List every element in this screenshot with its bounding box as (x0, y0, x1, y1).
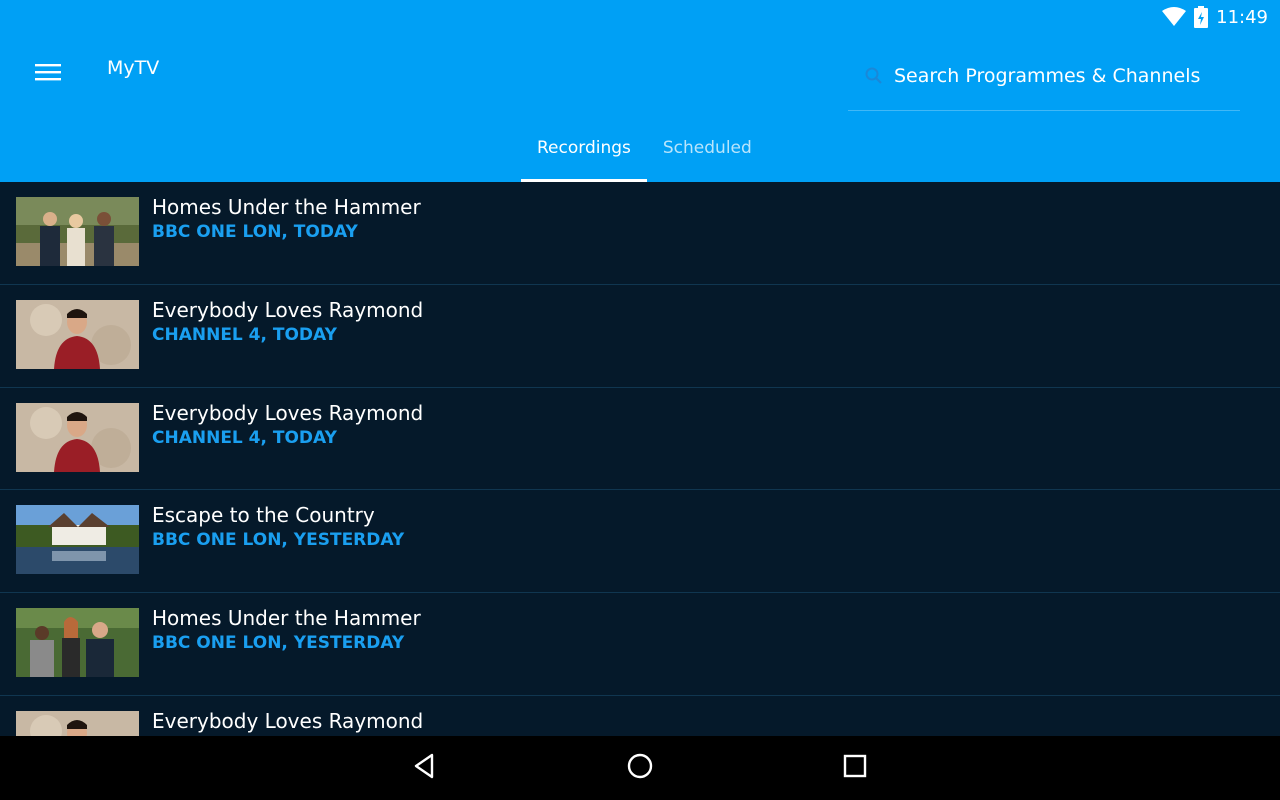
programme-title: Everybody Loves Raymond (152, 708, 424, 733)
programme-channel-date: BBC ONE LON, YESTERDAY (152, 633, 405, 654)
app-title: MyTV (107, 57, 160, 79)
wifi-icon (1162, 7, 1187, 27)
recents-icon (843, 754, 867, 782)
programme-channel-date: BBC ONE LON, TODAY (152, 222, 358, 242)
programme-thumbnail (16, 402, 139, 472)
programme-title: Everybody Loves Raymond (152, 297, 424, 322)
hamburger-menu-icon (35, 62, 61, 86)
app-bar: 11:49 MyTV Search Programmes & Channels … (0, 0, 1280, 182)
programme-channel-date: BBC ONE LON, YESTERDAY (152, 530, 405, 551)
programme-channel-date: CHANNEL 4, TODAY (152, 427, 337, 448)
programme-thumbnail (16, 710, 139, 736)
programme-title: Homes Under the Hammer (152, 606, 421, 631)
programme-channel-date: CHANNEL 4, TODAY (152, 324, 337, 345)
recents-button[interactable] (831, 748, 879, 788)
programme-title: Homes Under the Hammer (152, 195, 421, 219)
list-item[interactable]: Everybody Loves Raymond CHANNEL 4, TODAY (0, 285, 1280, 388)
programme-thumbnail (16, 505, 139, 575)
programme-title: Escape to the Country (152, 503, 375, 528)
programme-title: Everybody Loves Raymond (152, 400, 424, 425)
back-icon (412, 752, 436, 784)
system-nav-bar (0, 736, 1280, 800)
tab-recordings[interactable]: Recordings (521, 130, 647, 182)
tab-scheduled[interactable]: Scheduled (647, 130, 768, 182)
list-item[interactable]: Homes Under the Hammer BBC ONE LON, TODA… (0, 182, 1280, 285)
programme-thumbnail (16, 197, 139, 266)
status-time: 11:49 (1216, 6, 1268, 28)
home-icon (626, 752, 654, 784)
search-icon (864, 66, 884, 101)
search-placeholder: Search Programmes & Channels (894, 64, 1201, 87)
programme-thumbnail (16, 299, 139, 369)
list-item[interactable]: Everybody Loves Raymond CHANNEL 4, TODAY (0, 388, 1280, 491)
battery-icon (1194, 6, 1209, 28)
home-button[interactable] (616, 748, 664, 788)
list-item[interactable]: Escape to the Country BBC ONE LON, YESTE… (0, 490, 1280, 594)
status-bar: 11:49 (1162, 4, 1268, 30)
programme-thumbnail (16, 608, 139, 678)
list-item[interactable]: Everybody Loves Raymond (0, 696, 1280, 736)
list-item[interactable]: Homes Under the Hammer BBC ONE LON, YEST… (0, 593, 1280, 696)
menu-button[interactable] (28, 56, 68, 92)
tab-bar: Recordings Scheduled (521, 130, 768, 182)
recordings-list: Homes Under the Hammer BBC ONE LON, TODA… (0, 182, 1280, 736)
search-input[interactable]: Search Programmes & Channels (848, 56, 1240, 111)
back-button[interactable] (400, 748, 448, 788)
